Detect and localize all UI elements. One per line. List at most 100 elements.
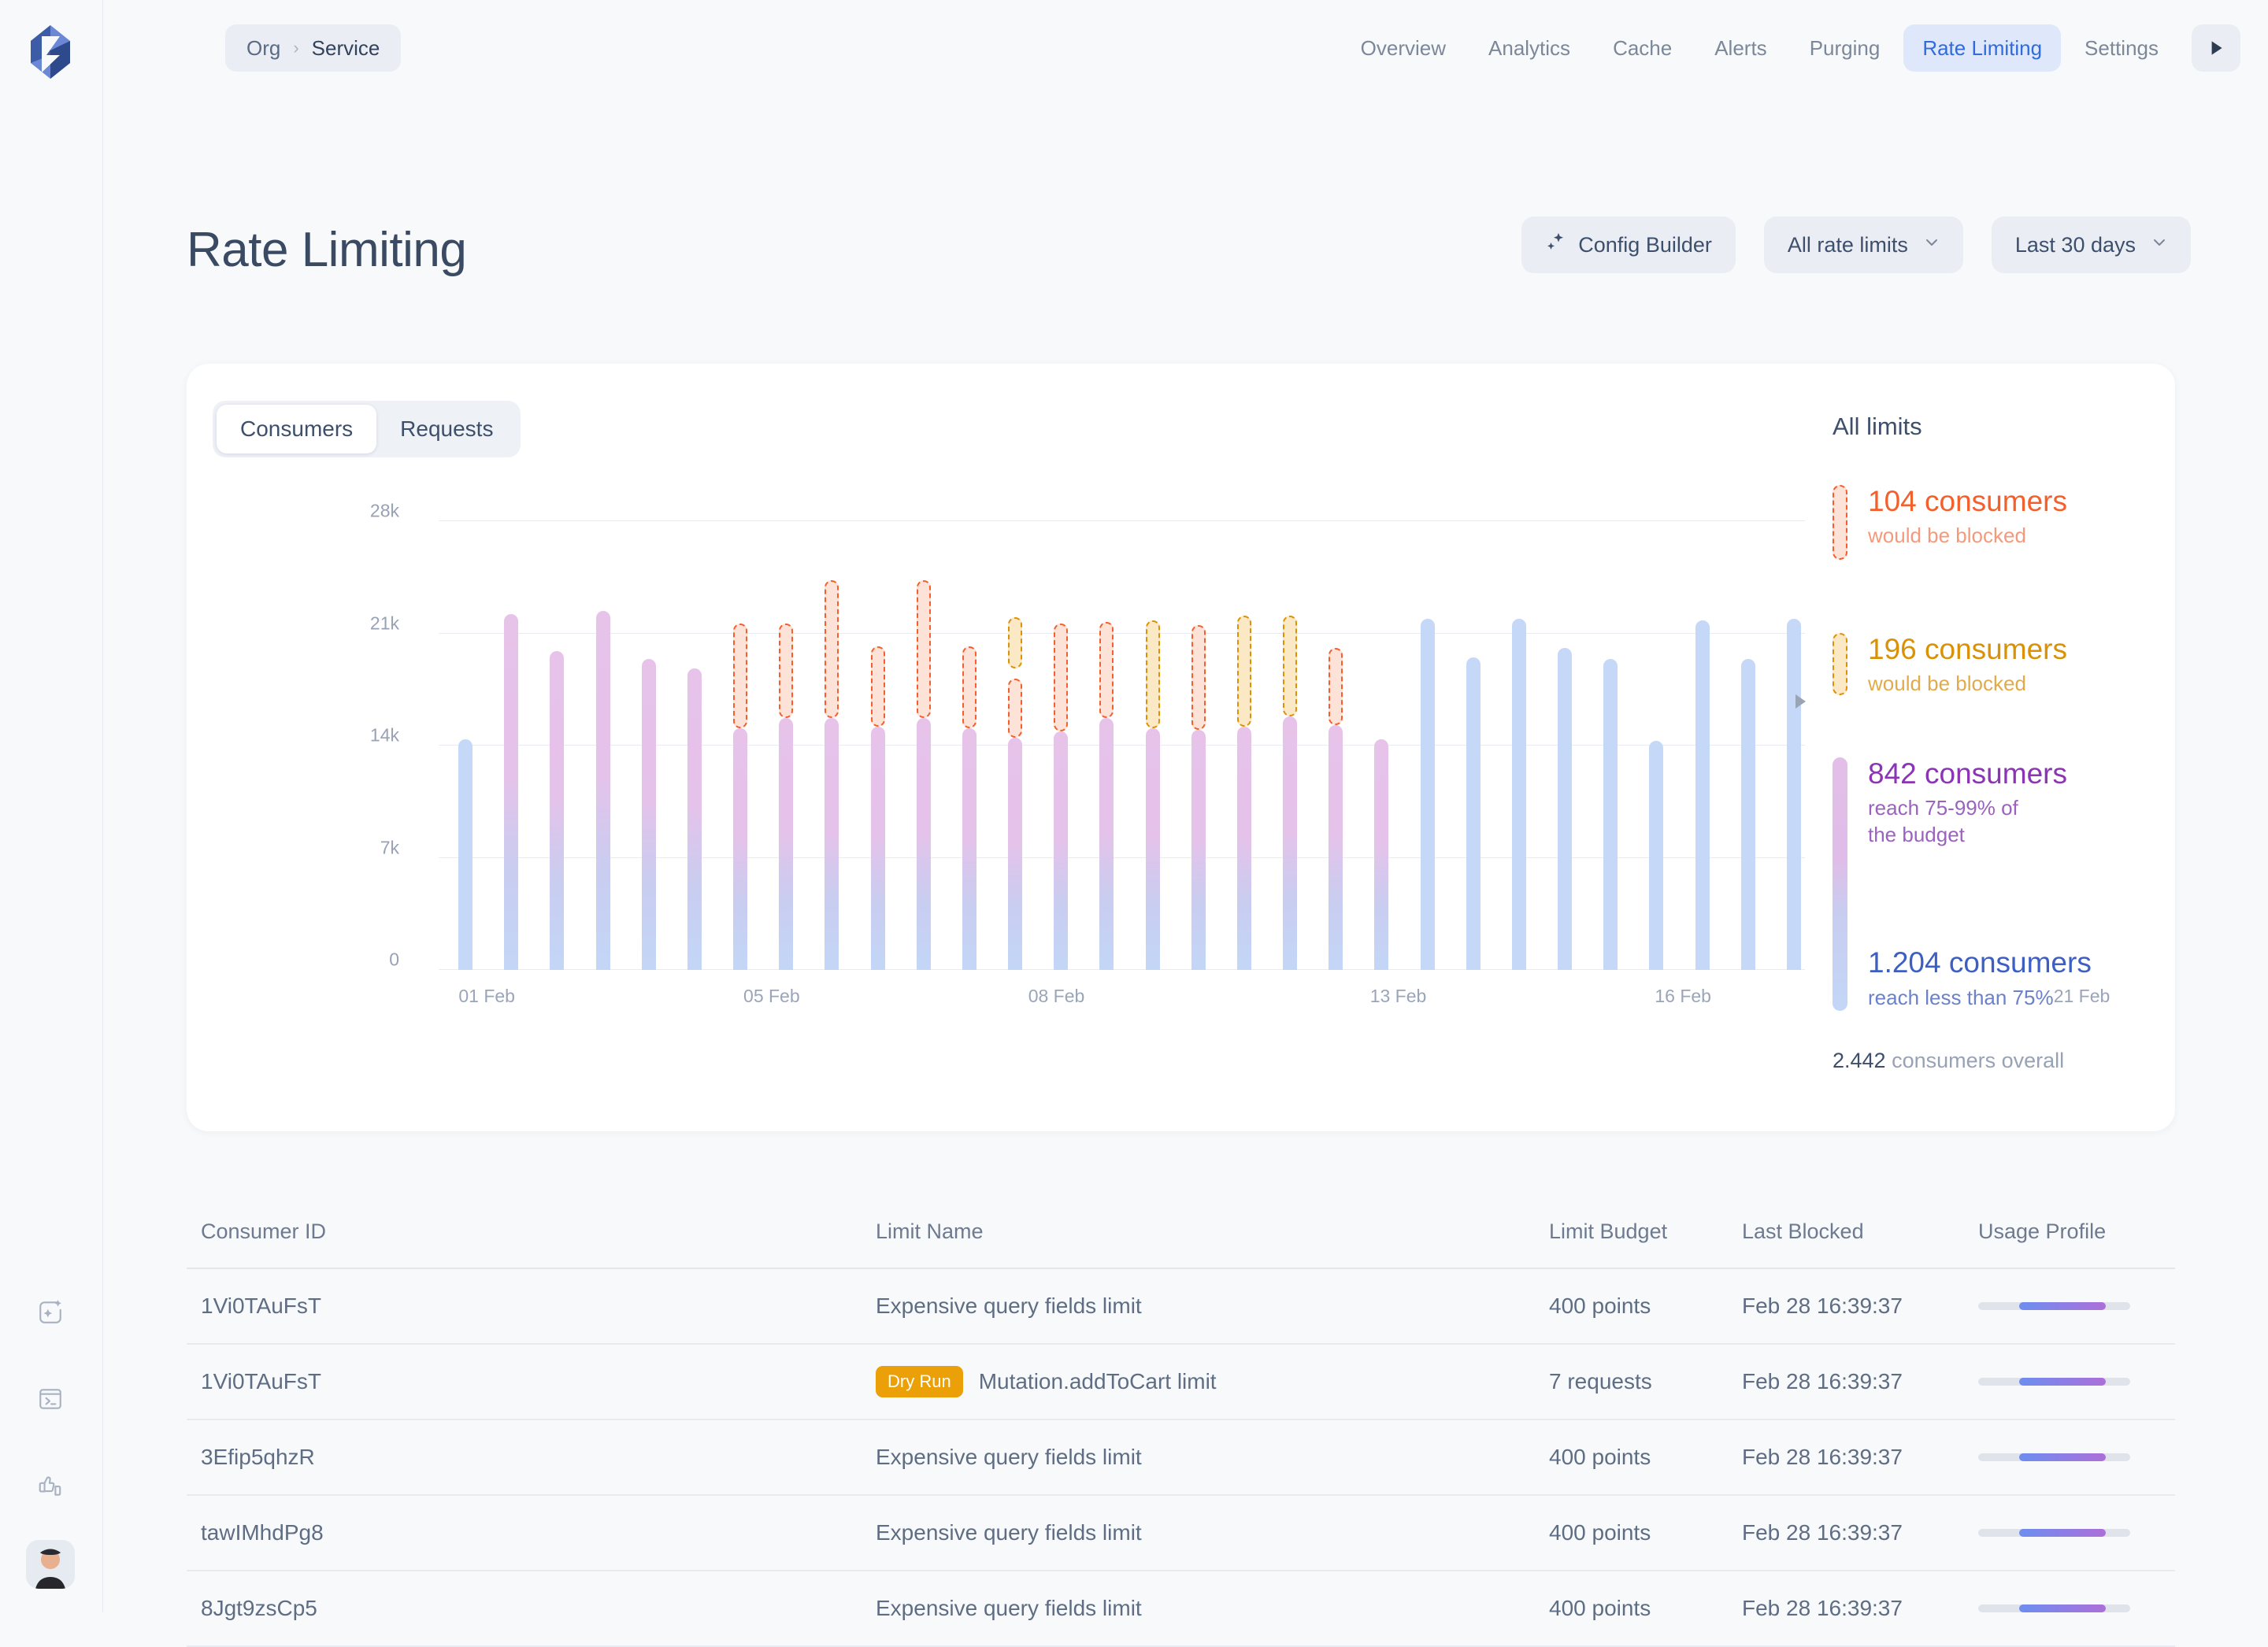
tab-consumers[interactable]: Consumers <box>217 405 377 453</box>
usage-profile-track <box>1978 1453 2130 1461</box>
chart-bar[interactable] <box>1374 521 1389 970</box>
terminal-icon[interactable] <box>26 1375 75 1423</box>
nav-item-rate-limiting[interactable]: Rate Limiting <box>1903 24 2062 72</box>
nav-item-settings[interactable]: Settings <box>2066 24 2177 72</box>
chart-bar[interactable] <box>550 521 565 970</box>
chart-bar-segment-blocked-red <box>1329 647 1343 725</box>
chart-bar-segment-usage <box>504 614 519 970</box>
column-header-limit-budget: Limit Budget <box>1549 1219 1668 1243</box>
column-header-consumer-id: Consumer ID <box>201 1219 327 1243</box>
column-header-usage-profile: Usage Profile <box>1978 1219 2107 1243</box>
chart-bar[interactable] <box>1054 521 1069 970</box>
chart-bar[interactable] <box>916 521 931 970</box>
chart-bar-segment-usage <box>1008 737 1023 970</box>
chart-bar-segment-usage <box>1054 731 1069 970</box>
chart-bar[interactable] <box>1466 521 1480 970</box>
config-builder-button[interactable]: Config Builder <box>1521 217 1736 273</box>
chart-bar[interactable] <box>870 521 885 970</box>
y-axis-tick-label: 14k <box>369 724 399 746</box>
chart-bar[interactable] <box>1603 521 1618 970</box>
rate-limit-filter-dropdown[interactable]: All rate limits <box>1763 217 1963 273</box>
nav-item-alerts[interactable]: Alerts <box>1695 24 1785 72</box>
table-row[interactable]: 3Efip5qhzR Expensive query fields limit 40… <box>187 1420 2175 1496</box>
apollo-logo-icon[interactable] <box>26 24 75 80</box>
cell-consumer-id: 1Vi0TAuFsT <box>201 1294 322 1318</box>
chart-bar[interactable] <box>458 521 472 970</box>
usage-profile-fill <box>2019 1604 2107 1612</box>
chart-bar-segment-usage <box>1649 740 1664 970</box>
cell-limit-budget: 400 points <box>1549 1294 1651 1318</box>
rate-limit-filter-label: All rate limits <box>1787 232 1908 257</box>
tab-requests[interactable]: Requests <box>376 405 517 453</box>
chart-bar[interactable] <box>504 521 519 970</box>
cell-consumer-id: 1Vi0TAuFsT <box>201 1369 322 1393</box>
chart-bar[interactable] <box>687 521 702 970</box>
cell-last-blocked: Feb 28 16:39:37 <box>1742 1369 1903 1393</box>
chart-bar[interactable] <box>779 521 794 970</box>
limit-name-text: Expensive query fields limit <box>876 1596 1142 1620</box>
avatar[interactable] <box>26 1540 75 1589</box>
feedback-thumbs-icon[interactable] <box>26 1461 75 1510</box>
chart-bar-segment-blocked-red <box>779 624 794 719</box>
date-range-label: Last 30 days <box>2014 232 2136 257</box>
chart-bar[interactable] <box>1099 521 1114 970</box>
chart-bar[interactable] <box>1191 521 1206 970</box>
limit-legend-blocked-amber[interactable]: 196 consumers would be blocked <box>1833 633 2067 698</box>
limit-legend-budget-group[interactable]: 842 consumers reach 75-99% of the budget… <box>1833 757 2092 1011</box>
cell-limit-budget: 400 points <box>1549 1596 1651 1620</box>
chart-bar[interactable] <box>1283 521 1298 970</box>
cell-limit-budget: 7 requests <box>1549 1369 1652 1393</box>
chart-bar[interactable] <box>1008 521 1023 970</box>
table-row[interactable]: 1Vi0TAuFsT Dry Run Mutation.addToCart limi… <box>187 1345 2175 1420</box>
date-range-dropdown[interactable]: Last 30 days <box>1991 217 2191 273</box>
breadcrumb-separator-icon: › <box>293 38 299 57</box>
chart-bar[interactable] <box>595 521 610 970</box>
usage-profile-fill <box>2019 1302 2107 1310</box>
cell-limit-name: Expensive query fields limit <box>876 1445 1549 1470</box>
nav-item-cache[interactable]: Cache <box>1594 24 1691 72</box>
table-row[interactable]: tawIMhdPg8 Expensive query fields limit 40… <box>187 1496 2175 1571</box>
chart-bar[interactable] <box>641 521 656 970</box>
x-axis-tick-label: 05 Feb <box>743 986 800 1006</box>
breadcrumb-org[interactable]: Org <box>246 36 280 61</box>
chart-bar[interactable] <box>1695 521 1710 970</box>
all-limits-panel: All limits 104 consumers would be blocke… <box>1796 413 2155 1108</box>
breadcrumb-service[interactable]: Service <box>312 36 380 61</box>
nav-item-purging[interactable]: Purging <box>1791 24 1899 72</box>
chart-bar[interactable] <box>1511 521 1526 970</box>
usage-profile-track <box>1978 1604 2130 1612</box>
all-limits-title: All limits <box>1833 413 1922 440</box>
chart-bar[interactable] <box>1740 521 1755 970</box>
chart-card: Consumers Requests 0 7k 14k 21k 28k 01 Feb 05… <box>187 364 2175 1131</box>
chart-bar[interactable] <box>1649 521 1664 970</box>
cell-last-blocked: Feb 28 16:39:37 <box>1742 1596 1903 1620</box>
panel-expand-arrow-icon[interactable] <box>1796 694 1806 709</box>
limit-legend-blocked-red[interactable]: 104 consumers would be blocked <box>1833 485 2067 560</box>
chart-bar-segment-blocked-amber <box>1236 616 1251 727</box>
cell-consumer-id: 3Efip5qhzR <box>201 1445 315 1469</box>
chart-bar[interactable] <box>1329 521 1343 970</box>
chart-bar[interactable] <box>962 521 976 970</box>
chart-bar-segment-usage <box>1099 718 1114 970</box>
table-row[interactable]: 8Jgt9zsCp5 Expensive query fields limit 40… <box>187 1571 2175 1647</box>
nav-item-analytics[interactable]: Analytics <box>1469 24 1589 72</box>
chart-bar[interactable] <box>1236 521 1251 970</box>
legend-value-blocked-red: 104 consumers <box>1868 485 2067 517</box>
chart-bar[interactable] <box>733 521 748 970</box>
chart-bar[interactable] <box>1786 521 1801 970</box>
chart-bar[interactable] <box>1145 521 1160 970</box>
play-triangle-icon[interactable] <box>2192 24 2240 72</box>
chart-bar[interactable] <box>825 521 839 970</box>
ai-assistant-icon[interactable] <box>26 1288 75 1337</box>
breadcrumb[interactable]: Org › Service <box>225 24 402 72</box>
chart-bar-segment-usage <box>1329 724 1343 970</box>
cell-last-blocked: Feb 28 16:39:37 <box>1742 1294 1903 1318</box>
chart-bar-segment-usage <box>1191 729 1206 970</box>
nav-item-overview[interactable]: Overview <box>1342 24 1465 72</box>
legend-desc-under-75: reach less than 75% <box>1868 985 2054 1009</box>
chart-bar[interactable] <box>1558 521 1573 970</box>
chart-bar[interactable] <box>1420 521 1435 970</box>
table-row[interactable]: 1Vi0TAuFsT Expensive query fields limit 40… <box>187 1269 2175 1345</box>
chart-bar-segment-blocked-red <box>825 580 839 719</box>
config-builder-label: Config Builder <box>1578 232 1712 257</box>
